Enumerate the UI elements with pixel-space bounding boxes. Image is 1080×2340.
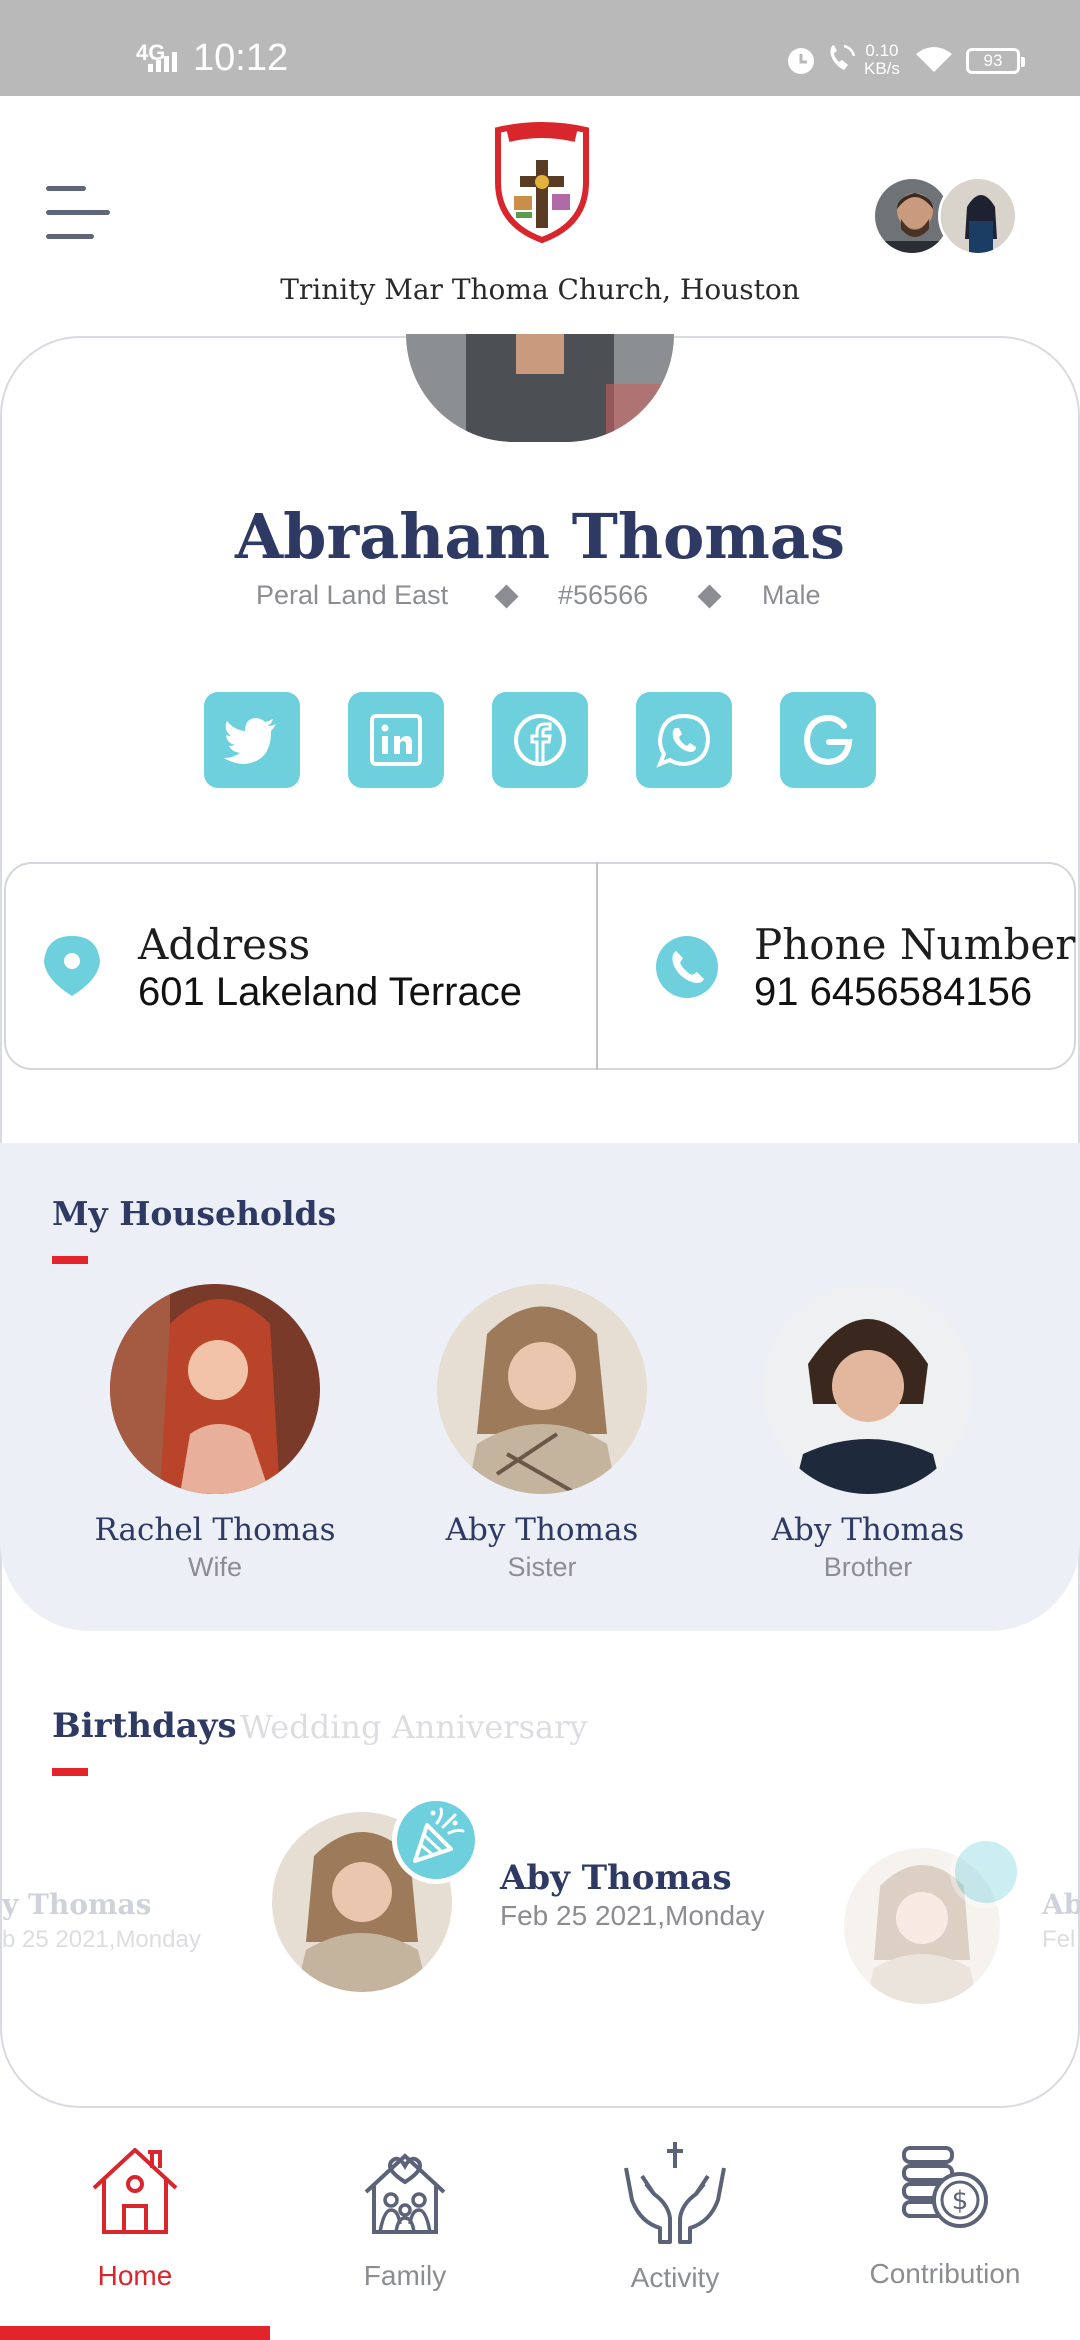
user-avatars[interactable] <box>872 176 1024 258</box>
clock: 10:12 <box>193 37 289 79</box>
party-popper-badge <box>392 1796 480 1884</box>
menu-icon[interactable] <box>46 186 110 242</box>
wifi-call-icon <box>830 44 856 70</box>
nav-home[interactable]: Home <box>0 2130 270 2310</box>
address-label: Address <box>138 920 311 969</box>
svg-text:$: $ <box>952 2186 969 2216</box>
tab-wedding-anniversary[interactable]: Wedding Anniversary <box>240 1708 587 1746</box>
whatsapp-button[interactable] <box>636 692 732 788</box>
church-name: Trinity Mar Thoma Church, Houston <box>280 273 800 306</box>
birthday-date: b 25 2021,Monday <box>2 1926 201 1953</box>
tab-underline <box>52 1768 88 1776</box>
nav-contribution[interactable]: $ Contribution <box>810 2130 1080 2310</box>
church-crest-logo <box>495 122 589 244</box>
facebook-icon <box>514 714 566 766</box>
nav-family[interactable]: Family <box>270 2130 540 2310</box>
tab-birthdays[interactable]: Birthdays <box>52 1706 237 1746</box>
linkedin-icon <box>370 714 422 766</box>
nav-label: Family <box>363 2260 447 2291</box>
prayer-hands-icon <box>624 2142 726 2244</box>
google-icon <box>803 714 853 766</box>
phone-label: Phone Number <box>754 920 1076 969</box>
signal-icon <box>148 52 177 72</box>
birthday-date: Fel <box>1042 1926 1076 1953</box>
nav-label: Home <box>97 2260 173 2291</box>
alarm-icon <box>788 48 814 74</box>
household-name: Rachel Thomas <box>94 1512 336 1548</box>
address-value[interactable]: 601 Lakeland Terrace <box>138 970 522 1015</box>
phone-value[interactable]: 91 6456584156 <box>754 970 1032 1015</box>
battery-indicator: 93 <box>966 48 1025 74</box>
households-title: My Households <box>52 1194 337 1233</box>
profile-area: Peral Land East <box>256 580 449 610</box>
separator-diamond <box>697 584 722 609</box>
household-name: Aby Thomas <box>771 1512 965 1548</box>
birthday-name: Aby Thomas <box>500 1858 732 1898</box>
birthday-name: Ab <box>1042 1888 1080 1921</box>
network-speed: 0.10 KB/s <box>864 42 900 78</box>
location-pin-icon <box>44 936 100 996</box>
coins-icon: $ <box>902 2146 988 2228</box>
whatsapp-icon <box>656 713 711 768</box>
party-popper-icon <box>413 1807 465 1863</box>
nav-active-indicator <box>0 2326 270 2340</box>
profile-gender: Male <box>762 580 821 610</box>
household-name: Aby Thomas <box>445 1512 639 1548</box>
speed-unit: KB/s <box>864 59 900 78</box>
phone-icon <box>656 936 718 998</box>
status-bar: 4G 10:12 0.10 KB/s 93 <box>0 0 1080 96</box>
home-icon <box>92 2148 178 2234</box>
family-icon <box>364 2153 446 2234</box>
member-id: #56566 <box>558 580 649 610</box>
speed-value: 0.10 <box>865 41 899 60</box>
birthday-date: Feb 25 2021,Monday <box>500 1900 765 1931</box>
title-underline <box>52 1256 88 1264</box>
household-photo[interactable] <box>110 1284 320 1494</box>
linkedin-button[interactable] <box>348 692 444 788</box>
google-button[interactable] <box>780 692 876 788</box>
household-relation: Brother <box>823 1552 913 1582</box>
household-relation: Wife <box>188 1552 242 1582</box>
profile-name: Abraham Thomas <box>235 500 845 573</box>
wifi-icon <box>916 47 952 72</box>
profile-meta: Peral Land East #56566 Male <box>0 580 1080 620</box>
separator-diamond <box>494 584 519 609</box>
household-photo[interactable] <box>437 1284 647 1494</box>
nav-label: Activity <box>630 2262 720 2293</box>
nav-label: Contribution <box>869 2258 1021 2289</box>
twitter-icon <box>224 718 276 764</box>
party-popper-badge <box>950 1836 1022 1908</box>
birthday-name: y Thomas <box>2 1888 152 1921</box>
nav-activity[interactable]: Activity <box>540 2130 810 2310</box>
twitter-button[interactable] <box>204 692 300 788</box>
divider <box>596 862 598 1070</box>
household-photo[interactable] <box>763 1284 973 1494</box>
household-relation: Sister <box>507 1552 577 1582</box>
avatar[interactable] <box>938 176 1018 256</box>
facebook-button[interactable] <box>492 692 588 788</box>
